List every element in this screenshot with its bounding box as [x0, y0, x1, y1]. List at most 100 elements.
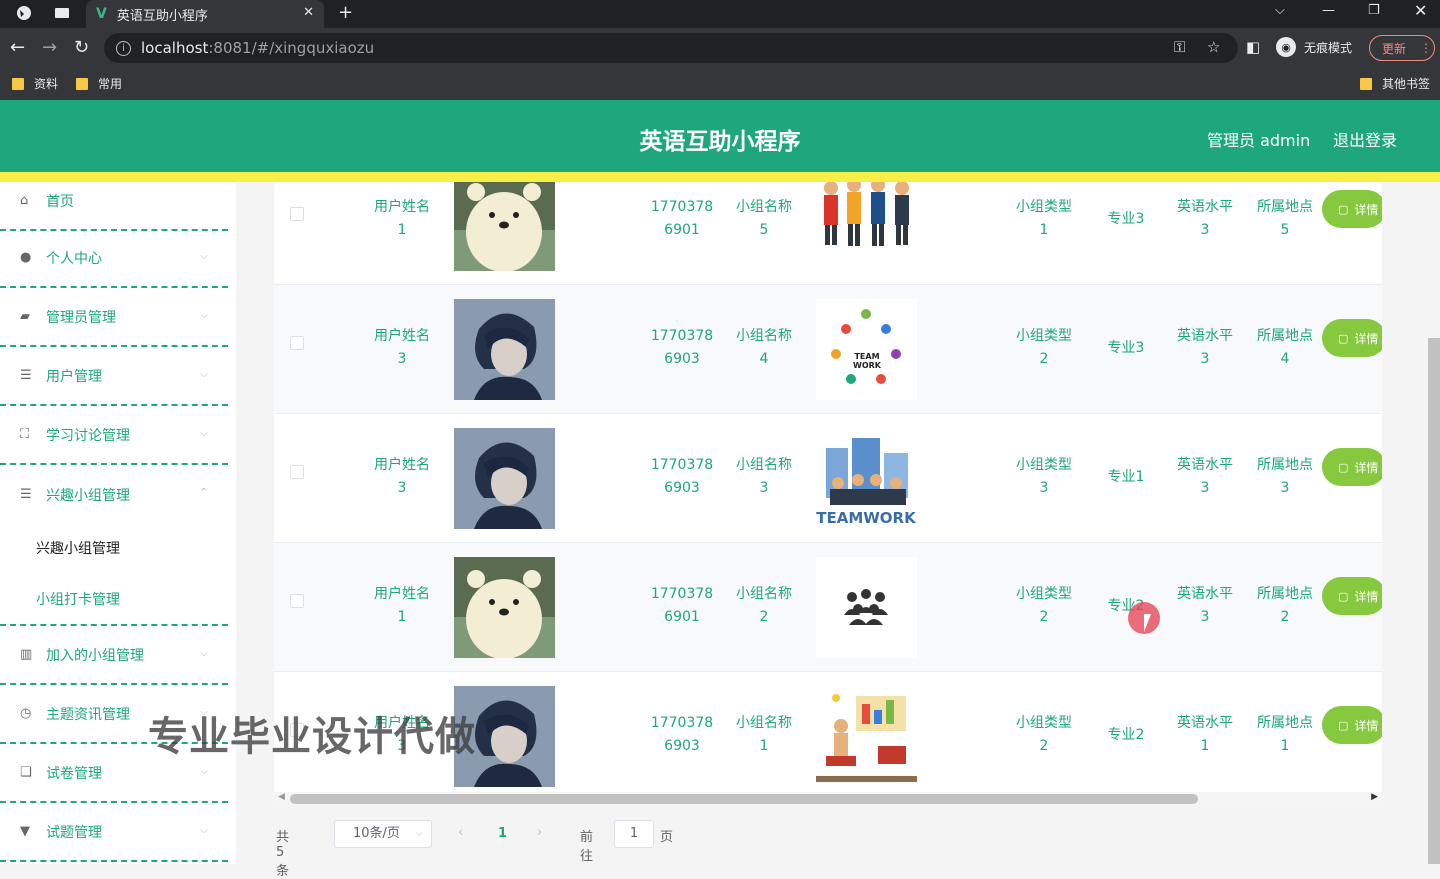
detail-doc-icon: ▢ [1338, 460, 1349, 474]
logout-link[interactable]: 退出登录 [1333, 127, 1397, 151]
page-size-select[interactable]: 10条/页 ⌵ [334, 820, 432, 848]
detail-label: 详情 [1354, 202, 1379, 217]
sidebar-item-user-management[interactable]: ☰ 用户管理 ⌵ [0, 347, 228, 406]
detail-button[interactable]: ▢ 详情 [1322, 190, 1382, 228]
tab-close-icon[interactable]: ✕ [303, 5, 314, 20]
chevron-down-icon: ⌵ [200, 251, 208, 262]
svg-text:TEAM: TEAM [854, 352, 879, 361]
cell-line: 1770378 [650, 457, 714, 473]
next-page-icon[interactable]: › [537, 825, 542, 840]
address-bar-row: ← → ↻ i localhost:8081/#/xingquxiaozu ⚿ … [0, 28, 1440, 68]
bookmark-folder-ziliao[interactable]: 资料 [12, 75, 58, 92]
forward-icon[interactable]: → [42, 37, 57, 58]
prev-page-icon[interactable]: ‹ [458, 825, 463, 840]
cell-line: 小组类型 [1016, 199, 1072, 215]
sidebar-item-label: 学习讨论管理 [46, 427, 130, 444]
new-tab-icon[interactable]: + [338, 2, 353, 23]
folder-icon [12, 77, 24, 90]
sidebar-item-label: 用户管理 [46, 368, 102, 385]
incognito-label: 无痕模式 [1304, 40, 1353, 55]
table-cell-major: 专业2 [1107, 727, 1145, 743]
user-avatar-image [454, 557, 555, 659]
cell-line: 英语水平 [1177, 457, 1233, 473]
scroll-right-icon[interactable]: ▶ [1371, 792, 1378, 802]
cell-line: 3 [397, 351, 407, 367]
table-cell-phone1: 1770378 6903 [642, 454, 722, 500]
chevron-down-icon: ⌵ [200, 648, 208, 659]
subitem-interest-group-management[interactable]: 兴趣小组管理 [36, 538, 120, 558]
horizontal-scrollbar[interactable]: ◀ ▶ [274, 792, 1382, 806]
reload-icon[interactable]: ↻ [74, 37, 89, 58]
detail-button[interactable]: ▢ 详情 [1322, 319, 1382, 357]
sidebar-item-question-management[interactable]: ▼ 试题管理 ⌵ [0, 803, 228, 862]
group-image [816, 557, 917, 658]
update-button[interactable]: 更新 ⋮ [1369, 35, 1435, 61]
row-checkbox[interactable] [290, 336, 304, 350]
table-cell-loc: 所属地点 4 [1245, 325, 1325, 371]
chevron-down-icon: ⌵ [200, 369, 208, 380]
sidebar-item-discussion-management[interactable]: ⛶ 学习讨论管理 ⌵ [0, 406, 228, 465]
browser-tab[interactable]: V 英语互助小程序 ✕ [86, 0, 324, 28]
side-panel-icon[interactable]: ◧ [1246, 38, 1260, 56]
group-image [816, 182, 917, 271]
table-row: 用户姓名 1 1770378 6901 小组名称 5 小组类型 1 英语水平 3 所属地点 5 专业3 ▢… [274, 182, 1382, 285]
table-cell-group: 小组名称 2 [724, 583, 804, 629]
url-bar[interactable]: i localhost:8081/#/xingquxiaozu ⚿ ☆ [104, 33, 1238, 63]
detail-doc-icon: ▢ [1338, 589, 1349, 603]
row-checkbox[interactable] [290, 207, 304, 221]
data-table: 用户姓名 1 1770378 6901 小组名称 5 小组类型 1 英语水平 3 所属地点 5 专业3 ▢… [274, 182, 1382, 794]
incognito-indicator[interactable]: ◉ 无痕模式 [1276, 37, 1352, 57]
page-suffix: 页 [660, 830, 674, 845]
url-host: localhost [141, 39, 209, 57]
detail-doc-icon: ▢ [1338, 718, 1349, 732]
detail-label: 详情 [1354, 331, 1379, 346]
tab-overview-icon[interactable] [54, 5, 70, 21]
window-close-icon[interactable]: ✕ [1414, 1, 1427, 20]
cell-line: 小组名称 [736, 457, 792, 473]
cell-line: 小组类型 [1016, 328, 1072, 344]
vertical-scrollbar[interactable] [1428, 338, 1440, 864]
globe-icon[interactable] [16, 5, 32, 21]
table-cell-group: 小组名称 5 [724, 196, 804, 242]
cell-line: 6901 [664, 609, 700, 625]
table-cell-group: 小组名称 3 [724, 454, 804, 500]
table-cell-loc: 所属地点 5 [1245, 196, 1325, 242]
detail-button[interactable]: ▢ 详情 [1322, 706, 1382, 744]
scroll-left-icon[interactable]: ◀ [278, 792, 285, 802]
detail-label: 详情 [1354, 718, 1379, 733]
sidebar-item-label: 管理员管理 [46, 309, 116, 326]
site-info-icon[interactable]: i [116, 40, 131, 56]
subitem-group-checkin-management[interactable]: 小组打卡管理 [36, 589, 120, 609]
home-icon: ⌂ [20, 193, 29, 208]
restore-icon[interactable]: ❐ [1368, 3, 1380, 18]
sidebar-item-personal-center[interactable]: ● 个人中心 ⌵ [0, 229, 228, 288]
page-number-current[interactable]: 1 [498, 826, 507, 841]
cell-line: 1 [1039, 222, 1049, 238]
row-checkbox[interactable] [290, 594, 304, 608]
teamwork-caption: TEAMWORK [816, 509, 917, 527]
sidebar-item-joined-group-management[interactable]: ▥ 加入的小组管理 ⌵ [0, 626, 228, 685]
sidebar-item-home[interactable]: ⌂ 首页 [0, 172, 228, 231]
table-cell-phone1: 1770378 6901 [642, 583, 722, 629]
svg-text:WORK: WORK [853, 361, 882, 370]
sidebar-item-admin-management[interactable]: ▰ 管理员管理 ⌵ [0, 288, 228, 347]
bookmark-folder-changyong[interactable]: 常用 [76, 75, 122, 92]
detail-button[interactable]: ▢ 详情 [1322, 577, 1382, 615]
scroll-thumb[interactable] [290, 794, 1198, 804]
cell-line: 1 [397, 222, 407, 238]
minimize-icon[interactable]: — [1322, 3, 1335, 18]
row-checkbox[interactable] [290, 465, 304, 479]
tab-title: 英语互助小程序 [116, 8, 208, 24]
table-cell-major: 专业1 [1107, 469, 1145, 485]
bookmark-star-icon[interactable]: ☆ [1207, 38, 1220, 56]
back-icon[interactable]: ← [10, 37, 25, 58]
goto-page-input[interactable]: 1 [614, 820, 654, 848]
detail-button[interactable]: ▢ 详情 [1322, 448, 1382, 486]
cell-line: 小组名称 [736, 586, 792, 602]
sidebar-item-interest-group-management[interactable]: ☰ 兴趣小组管理 ⌃ [0, 465, 228, 524]
other-bookmarks[interactable]: 其他书签 [1360, 75, 1430, 92]
tab-search-chevron-icon[interactable]: ⌵ [1275, 3, 1285, 18]
group-image [816, 686, 917, 787]
goto-label: 前往 [580, 830, 594, 864]
key-icon[interactable]: ⚿ [1174, 38, 1185, 56]
